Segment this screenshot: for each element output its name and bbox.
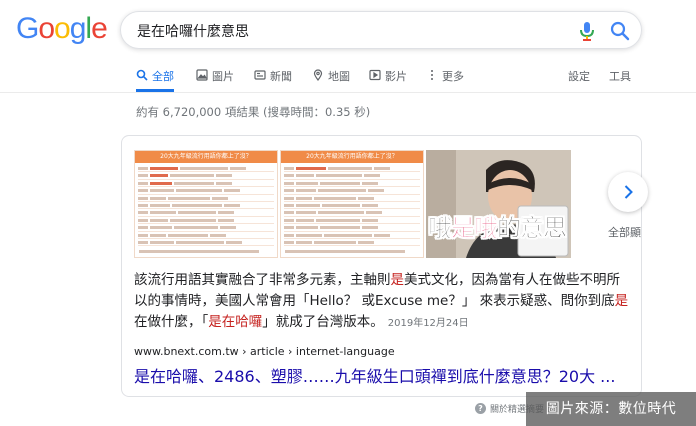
help-icon: ? — [475, 403, 486, 414]
search-input[interactable] — [137, 21, 557, 41]
snippet-image-table-1[interactable]: 20大九年級流行用語你都上了沒？ — [134, 150, 278, 258]
search-icon[interactable] — [609, 20, 631, 42]
snippet-image-photo[interactable]: 哦是哦的意思 — [426, 150, 571, 258]
news-icon — [254, 70, 266, 80]
map-pin-icon — [313, 69, 323, 81]
image-title: 20大九年級流行用語你都上了沒？ — [135, 151, 277, 163]
tab-maps[interactable]: 地圖 — [312, 68, 350, 92]
tools-link[interactable]: 工具 — [609, 68, 631, 84]
logo-letter: o — [54, 12, 71, 45]
google-logo[interactable]: Google — [16, 12, 108, 46]
logo-letter: g — [69, 12, 87, 45]
search-box — [120, 11, 642, 49]
result-url[interactable]: www.bnext.com.tw › article › internet-la… — [134, 345, 395, 358]
mic-icon[interactable] — [577, 20, 597, 42]
settings-link[interactable]: 設定 — [568, 68, 590, 84]
view-all-link[interactable]: 全部顯 — [608, 224, 641, 240]
logo-letter: e — [91, 12, 108, 45]
logo-letter: G — [16, 12, 39, 45]
tab-all[interactable]: 全部 — [136, 68, 174, 92]
next-images-button[interactable] — [608, 172, 648, 212]
result-title-link[interactable]: 是在哈囉、2486、塑膠……九年級生口頭禪到底什麼意思？20大 ... — [134, 363, 632, 387]
tab-more[interactable]: 更多 — [426, 68, 464, 92]
tab-news[interactable]: 新聞 — [254, 68, 292, 92]
chevron-right-icon — [624, 185, 633, 199]
image-icon — [196, 69, 208, 81]
logo-letter: o — [38, 12, 55, 45]
image-source-watermark: 圖片來源：數位時代 — [526, 392, 696, 426]
video-icon — [369, 69, 381, 81]
tab-label: 圖片 — [212, 70, 234, 83]
result-stats: 約有 6,720,000 項結果 (搜尋時間：0.35 秒) — [136, 105, 371, 119]
snippet-paragraph: 該流行用語其實融合了非常多元素，主軸則是美式文化，因為當有人在做些不明所以的事情… — [134, 272, 629, 330]
tab-label: 全部 — [152, 70, 174, 83]
image-title: 20大九年級流行用語你都上了沒？ — [281, 151, 423, 163]
header-divider — [0, 92, 696, 93]
tab-label: 影片 — [385, 70, 407, 83]
tab-videos[interactable]: 影片 — [369, 68, 407, 92]
search-icon — [136, 69, 148, 81]
more-vert-icon — [431, 70, 433, 80]
snippet-date: 2019年12月24日 — [387, 318, 469, 329]
snippet-image-table-2[interactable]: 20大九年級流行用語你都上了沒？ — [280, 150, 424, 258]
search-tabs: 全部 圖片 新聞 地圖 影片 更多 設定 工具 — [0, 62, 696, 92]
tab-label: 新聞 — [270, 70, 292, 83]
tab-label: 地圖 — [328, 70, 350, 83]
photo-overlay-text: 哦是哦的意思 — [428, 214, 568, 243]
tab-images[interactable]: 圖片 — [196, 68, 234, 92]
tab-label: 更多 — [442, 70, 464, 83]
